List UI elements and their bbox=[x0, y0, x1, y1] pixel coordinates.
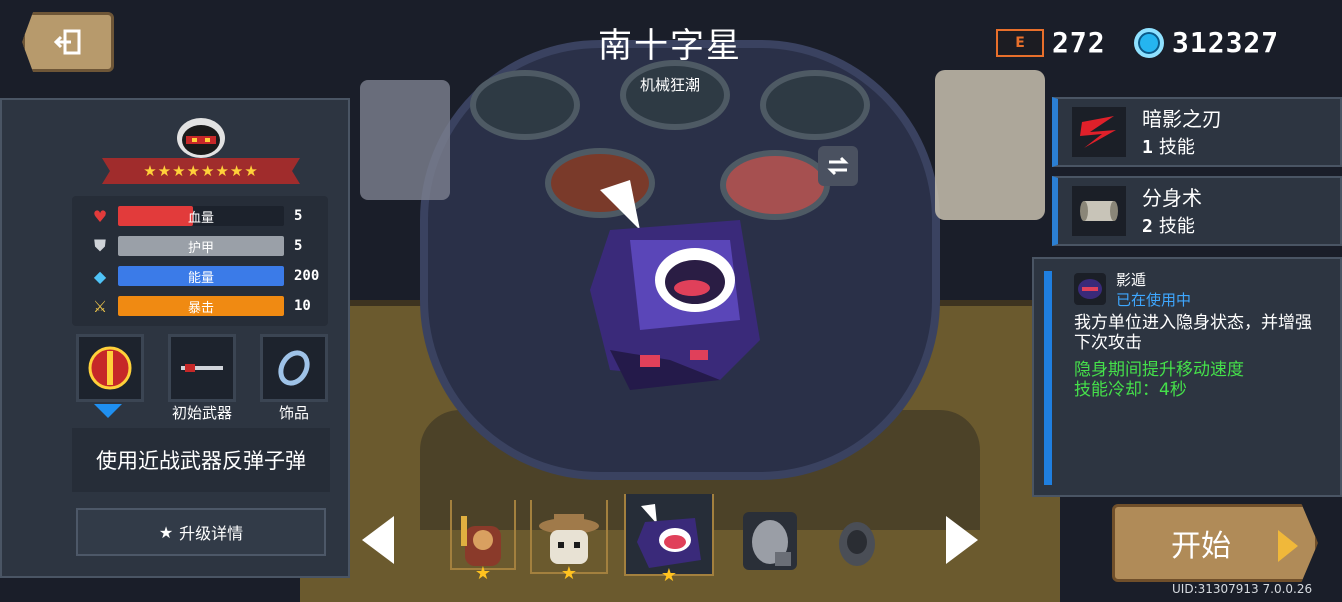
crit-label: 暴击 bbox=[187, 301, 214, 316]
skill-1-type: 1 技能 bbox=[1142, 133, 1195, 159]
swap-arrows-icon bbox=[827, 156, 849, 176]
character-title: 南十字星 bbox=[598, 26, 742, 66]
assassin-hero-sprite bbox=[590, 180, 760, 390]
armor-value: 5 bbox=[294, 238, 303, 254]
hp-value: 5 bbox=[294, 208, 303, 224]
expand-arrow-icon[interactable] bbox=[94, 404, 122, 418]
crit-value: 10 bbox=[294, 298, 311, 314]
shield-icon: ⛊ bbox=[93, 236, 106, 255]
skill-2-name: 分身术 bbox=[1142, 186, 1202, 210]
skill-detail-description: 我方单位进入隐身状态，并增强下次攻击 bbox=[1074, 313, 1312, 353]
plate bbox=[470, 70, 580, 140]
stats-box: ♥ 血量 5 ⛊ 护甲 5 ◆ 能量 200 ⚔ 暴击 10 bbox=[72, 196, 328, 326]
character-star-icon: ★ bbox=[660, 565, 678, 586]
skill-detail-bonus-2: 技能冷却：4秒 bbox=[1074, 380, 1187, 400]
stat-row-hp: ♥ 血量 5 bbox=[90, 206, 302, 226]
character-option[interactable]: ★ bbox=[530, 500, 608, 584]
detail-accent-bar bbox=[1044, 271, 1052, 485]
gem-count: 312327 bbox=[1172, 26, 1280, 59]
accessory-slot[interactable] bbox=[260, 334, 328, 402]
exit-door-icon bbox=[53, 29, 81, 55]
card-count: 272 bbox=[1052, 26, 1106, 59]
crit-sword-icon: ⚔ bbox=[92, 296, 108, 316]
energy-bar: 能量 bbox=[118, 266, 284, 286]
energy-label: 能量 bbox=[187, 271, 214, 286]
uid-version-text: UID:31307913 7.0.0.26 bbox=[1172, 582, 1313, 596]
energy-value: 200 bbox=[294, 268, 320, 284]
upgrade-details-label: 升级详情 bbox=[179, 524, 244, 543]
initial-weapon-label: 初始武器 bbox=[171, 404, 232, 422]
heart-icon: ♥ bbox=[92, 206, 108, 226]
character-option-selected[interactable]: ★ bbox=[624, 494, 714, 586]
armor-label: 护甲 bbox=[187, 241, 214, 256]
back-button[interactable] bbox=[22, 12, 114, 72]
accessory-label: 饰品 bbox=[278, 404, 309, 422]
plate bbox=[760, 70, 870, 140]
passive-skill-text: 使用近战武器反弹子弹 bbox=[72, 428, 330, 492]
card-currency: E 272 bbox=[996, 26, 1106, 59]
skill-detail-panel: 影遁 已在使用中 我方单位进入隐身状态，并增强下次攻击 隐身期间提升移动速度 技… bbox=[1032, 257, 1342, 497]
next-character-arrow[interactable] bbox=[946, 516, 978, 564]
rank-stars: ★★★★★★★★ bbox=[143, 162, 259, 180]
initial-weapon-slot[interactable] bbox=[168, 334, 236, 402]
skill-detail-name: 影遁 bbox=[1116, 271, 1147, 289]
scroll-icon bbox=[1072, 186, 1126, 236]
plate bbox=[620, 60, 730, 130]
skill-2-type: 2 技能 bbox=[1142, 212, 1195, 238]
background-character bbox=[360, 80, 450, 200]
weapon-icon bbox=[181, 364, 223, 372]
crit-bar: 暴击 bbox=[118, 296, 284, 316]
start-label: 开始 bbox=[1171, 529, 1231, 564]
play-arrow-icon bbox=[1278, 530, 1298, 562]
slot-frame bbox=[624, 494, 714, 576]
stat-row-energy: ◆ 能量 200 bbox=[90, 266, 319, 286]
previous-character-arrow[interactable] bbox=[362, 516, 394, 564]
stealth-skill-icon bbox=[1074, 273, 1106, 305]
rank-banner: ★★★★★★★★ bbox=[102, 158, 300, 184]
skill-1-type-label: 技能 bbox=[1158, 137, 1195, 158]
skill-talent-slot[interactable] bbox=[76, 334, 144, 402]
skill-1-slot: 1 bbox=[1142, 137, 1153, 158]
skill-2-type-label: 技能 bbox=[1158, 216, 1195, 237]
character-star-icon: ★ bbox=[474, 563, 492, 584]
character-star-icon: ★ bbox=[560, 563, 578, 584]
locked-character-icon bbox=[743, 512, 797, 570]
skill-detail-status: 已在使用中 bbox=[1116, 291, 1192, 309]
ring-icon bbox=[278, 350, 310, 386]
skill-2-slot: 2 bbox=[1142, 216, 1153, 237]
gem-icon bbox=[1134, 27, 1164, 58]
star-icon: ★ bbox=[158, 522, 174, 542]
energy-crystal-icon: ◆ bbox=[93, 266, 107, 286]
slot-frame bbox=[450, 500, 516, 570]
armor-bar: 护甲 bbox=[118, 236, 284, 256]
character-option-locked[interactable] bbox=[734, 500, 806, 574]
skill-1-name: 暗影之刃 bbox=[1142, 107, 1222, 131]
skill-card-2[interactable]: 分身术 2 技能 bbox=[1052, 176, 1342, 246]
upgrade-details-button[interactable]: ★ 升级详情 bbox=[76, 508, 326, 556]
gem-currency: 312327 bbox=[1134, 26, 1279, 59]
shadow-blade-icon bbox=[1072, 107, 1126, 157]
hp-bar: 血量 bbox=[118, 206, 284, 226]
character-portrait-icon bbox=[177, 118, 225, 158]
character-option-locked[interactable] bbox=[826, 500, 888, 574]
hp-label: 血量 bbox=[187, 211, 214, 226]
stat-row-armor: ⛊ 护甲 5 bbox=[90, 236, 302, 256]
stat-row-crit: ⚔ 暴击 10 bbox=[90, 296, 311, 316]
character-option[interactable]: ★ bbox=[450, 500, 516, 584]
swap-character-button[interactable] bbox=[818, 146, 858, 186]
skill-card-1[interactable]: 暗影之刃 1 技能 bbox=[1052, 97, 1342, 167]
card-icon: E bbox=[996, 28, 1044, 57]
skin-subtitle: 机械狂潮 bbox=[639, 76, 700, 94]
locked-character-icon bbox=[839, 522, 875, 566]
background-character bbox=[935, 70, 1045, 220]
talent-emblem-icon bbox=[88, 346, 132, 390]
